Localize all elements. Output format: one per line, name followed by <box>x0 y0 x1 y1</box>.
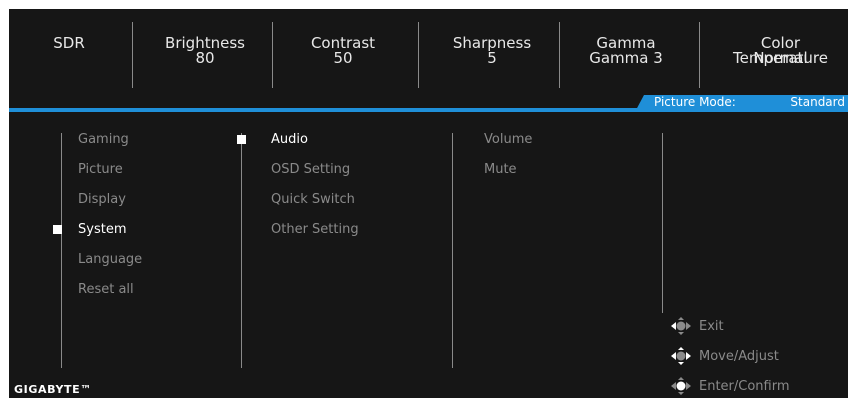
column-divider <box>241 133 242 368</box>
main-menu-item-display[interactable]: Display <box>78 192 126 207</box>
header-item-value: 5 <box>487 49 497 67</box>
joystick-left-icon <box>671 317 691 335</box>
main-menu-item-system[interactable]: System <box>78 222 126 237</box>
header-item-sharpness[interactable]: Sharpness 5 <box>445 36 539 66</box>
submenu-item-osd-setting[interactable]: OSD Setting <box>271 162 350 177</box>
header-item-sdr: SDR <box>39 36 99 66</box>
main-menu-item-language[interactable]: Language <box>78 252 142 267</box>
column-divider <box>61 133 62 368</box>
option-item-mute[interactable]: Mute <box>484 162 517 177</box>
header-item-contrast[interactable]: Contrast 50 <box>301 36 385 66</box>
header-divider <box>559 22 560 88</box>
header-divider <box>132 22 133 88</box>
header-item-value: Gamma 3 <box>589 49 663 67</box>
header-divider <box>272 22 273 88</box>
submenu-item-other-setting[interactable]: Other Setting <box>271 222 359 237</box>
hint-label: Move/Adjust <box>699 349 779 364</box>
header-item-color-temperature[interactable]: Color Temperature Normal <box>713 36 848 66</box>
header-item-brightness[interactable]: Brightness 80 <box>153 36 257 66</box>
hint-label: Enter/Confirm <box>699 379 790 394</box>
joystick-all-directions-icon <box>671 347 691 365</box>
main-menu-item-gaming[interactable]: Gaming <box>78 132 129 147</box>
monitor-osd: SDR Brightness 80 Contrast 50 Sharpness … <box>9 9 848 398</box>
hint-label: Exit <box>699 319 724 334</box>
header-item-title: SDR <box>53 34 85 52</box>
gigabyte-logo: GIGABYTE™ <box>14 383 92 396</box>
option-item-volume[interactable]: Volume <box>484 132 532 147</box>
header-divider <box>699 22 700 88</box>
header-item-value <box>39 51 99 66</box>
header-item-value: 80 <box>195 49 215 67</box>
main-menu-item-reset-all[interactable]: Reset all <box>78 282 134 297</box>
selected-indicator <box>237 135 246 144</box>
submenu-item-quick-switch[interactable]: Quick Switch <box>271 192 355 207</box>
osd-header: SDR Brightness 80 Contrast 50 Sharpness … <box>9 9 848 106</box>
selected-indicator <box>53 225 62 234</box>
header-item-value: 50 <box>333 49 353 67</box>
column-divider <box>662 133 663 313</box>
header-divider <box>418 22 419 88</box>
column-divider <box>452 133 453 368</box>
submenu-item-audio[interactable]: Audio <box>271 132 308 147</box>
joystick-press-icon <box>671 377 691 395</box>
header-accent-bar <box>9 108 848 112</box>
header-item-gamma[interactable]: Gamma Gamma 3 <box>581 36 671 66</box>
main-menu-item-picture[interactable]: Picture <box>78 162 123 177</box>
